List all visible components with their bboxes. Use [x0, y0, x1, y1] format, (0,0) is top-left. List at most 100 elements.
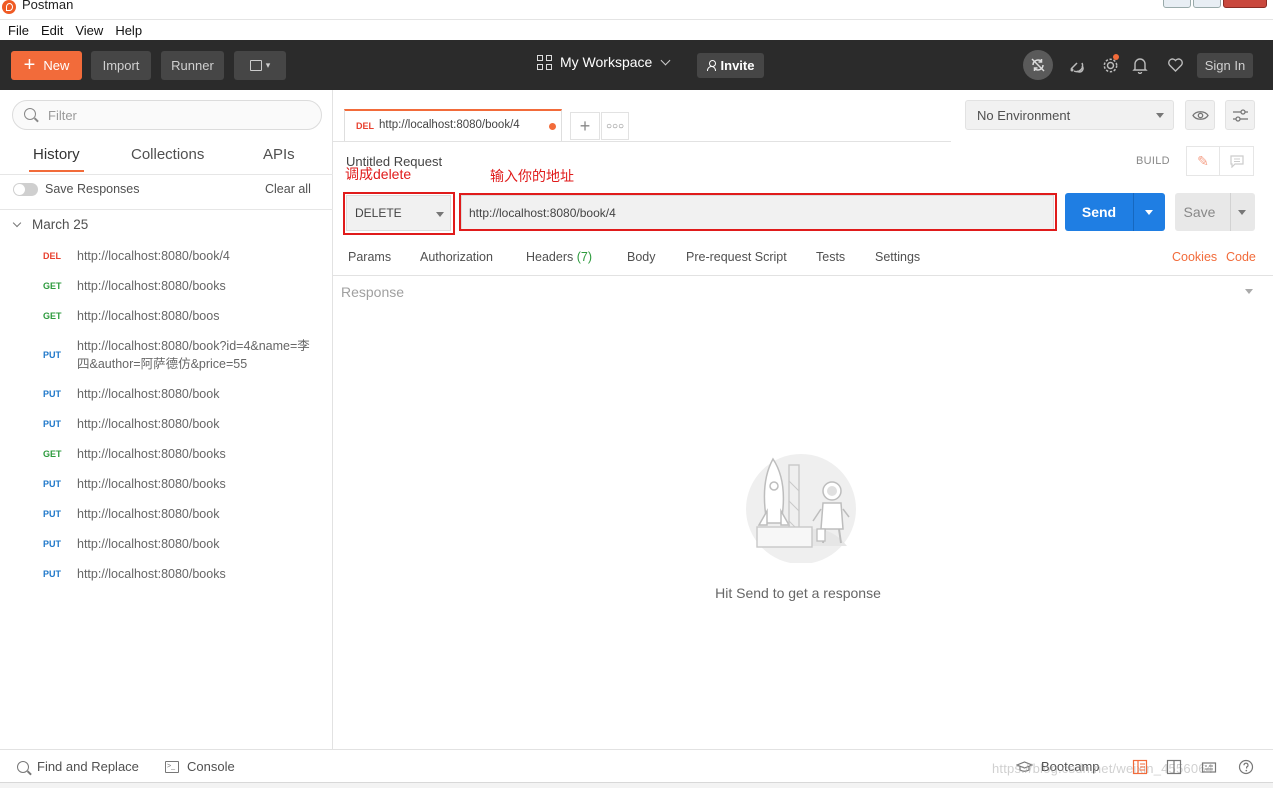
- manage-environments-button[interactable]: [1225, 100, 1255, 130]
- find-replace-button[interactable]: Find and Replace: [17, 759, 139, 774]
- console-button[interactable]: >_ Console: [165, 759, 235, 774]
- history-url: http://localhost:8080/books: [77, 279, 226, 293]
- code-link[interactable]: Code: [1226, 250, 1256, 264]
- history-item[interactable]: PUT http://localhost:8080/book: [0, 415, 333, 445]
- postman-logo-icon: [2, 0, 16, 14]
- method-badge: DEL: [43, 251, 61, 261]
- new-button-label: New: [43, 58, 70, 73]
- tab-authorization[interactable]: Authorization: [420, 250, 493, 264]
- method-badge: PUT: [43, 350, 61, 360]
- layout-pane-icon[interactable]: [1132, 759, 1148, 775]
- divider: [0, 174, 333, 175]
- eye-icon: [1191, 110, 1209, 120]
- tab-tests[interactable]: Tests: [816, 250, 845, 264]
- menu-edit[interactable]: Edit: [41, 23, 63, 38]
- bell-icon: [1132, 57, 1148, 74]
- sidebar: History Collections APIs Save Responses …: [0, 90, 333, 749]
- history-item[interactable]: PUT http://localhost:8080/books: [0, 475, 333, 505]
- filter-input[interactable]: [48, 106, 308, 124]
- new-tab-button[interactable]: +: [570, 112, 600, 140]
- runner-button[interactable]: Runner: [161, 51, 224, 80]
- tab-params[interactable]: Params: [348, 250, 391, 264]
- pencil-icon: ✎: [1197, 152, 1209, 169]
- menu-help[interactable]: Help: [115, 23, 142, 38]
- filter-field[interactable]: [12, 100, 322, 130]
- interceptor-button[interactable]: [1066, 55, 1086, 75]
- menu-bar: File Edit View Help: [0, 20, 1273, 40]
- new-button[interactable]: + New: [11, 51, 82, 80]
- history-item[interactable]: GET http://localhost:8080/books: [0, 445, 333, 475]
- window-bottom-edge: [0, 782, 1273, 788]
- minimize-button[interactable]: [1163, 0, 1191, 8]
- cookies-link[interactable]: Cookies: [1172, 250, 1217, 264]
- tab-history[interactable]: History: [29, 146, 84, 172]
- history-item[interactable]: GET http://localhost:8080/boos: [0, 307, 333, 337]
- save-responses-toggle[interactable]: [13, 183, 38, 196]
- sign-in-button[interactable]: Sign In: [1197, 53, 1253, 78]
- annotation-highlight-method: [343, 192, 455, 235]
- clear-all-button[interactable]: Clear all: [265, 182, 311, 196]
- menu-file[interactable]: File: [8, 23, 29, 38]
- request-tab-url: http://localhost:8080/book/4: [379, 119, 520, 131]
- history-item[interactable]: PUT http://localhost:8080/book: [0, 535, 333, 565]
- tab-headers[interactable]: Headers (7): [526, 250, 592, 264]
- divider: [0, 209, 333, 210]
- divider: [333, 275, 1273, 276]
- send-options-chevron-icon[interactable]: [1145, 210, 1153, 215]
- history-item[interactable]: PUT http://localhost:8080/books: [0, 565, 333, 595]
- sync-off-icon: [1031, 58, 1045, 72]
- environment-quick-look-button[interactable]: [1185, 100, 1215, 130]
- favorites-button[interactable]: [1165, 55, 1185, 75]
- plus-icon: +: [579, 115, 591, 136]
- history-url: http://localhost:8080/book: [77, 387, 220, 401]
- history-item[interactable]: PUT http://localhost:8080/book?id=4&name…: [0, 337, 333, 385]
- help-icon[interactable]: [1238, 759, 1254, 775]
- invite-button[interactable]: Invite: [697, 53, 764, 78]
- history-item[interactable]: DEL http://localhost:8080/book/4: [0, 247, 333, 277]
- save-button[interactable]: Save: [1175, 193, 1255, 231]
- chevron-down-icon[interactable]: [1245, 289, 1253, 294]
- history-item[interactable]: PUT http://localhost:8080/book: [0, 385, 333, 415]
- request-tab[interactable]: DEL http://localhost:8080/book/4: [344, 109, 562, 142]
- sync-status-button[interactable]: [1023, 50, 1053, 80]
- close-button[interactable]: [1223, 0, 1267, 8]
- workspace-switcher[interactable]: My Workspace: [537, 54, 671, 70]
- method-badge: PUT: [43, 419, 61, 429]
- new-window-button[interactable]: ▾: [234, 51, 286, 80]
- tab-options-button[interactable]: ○○○: [601, 112, 629, 140]
- save-options-chevron-icon[interactable]: [1238, 210, 1246, 215]
- send-button[interactable]: Send: [1065, 193, 1165, 231]
- method-badge: GET: [43, 449, 62, 459]
- unsaved-indicator[interactable]: [549, 123, 556, 130]
- build-mode-label: BUILD: [1136, 155, 1170, 167]
- annotation-url-note: 输入你的地址: [490, 168, 574, 184]
- history-url: http://localhost:8080/book: [77, 507, 220, 521]
- tab-apis[interactable]: APIs: [263, 146, 295, 163]
- history-item[interactable]: PUT http://localhost:8080/book: [0, 505, 333, 535]
- tab-collections[interactable]: Collections: [131, 146, 204, 163]
- tab-body[interactable]: Body: [627, 250, 656, 264]
- settings-button[interactable]: [1100, 54, 1120, 75]
- environment-select[interactable]: No Environment: [965, 100, 1174, 130]
- import-button[interactable]: Import: [91, 51, 151, 80]
- tab-settings[interactable]: Settings: [875, 250, 920, 264]
- keyboard-shortcuts-icon[interactable]: [1201, 759, 1217, 775]
- grid-icon: [537, 54, 552, 70]
- chevron-down-icon: ▾: [265, 60, 271, 70]
- maximize-button[interactable]: [1193, 0, 1221, 8]
- build-edit-button[interactable]: ✎: [1186, 146, 1220, 176]
- notifications-button[interactable]: [1130, 55, 1150, 75]
- response-header[interactable]: Response: [341, 284, 404, 300]
- method-badge: PUT: [43, 479, 61, 489]
- tab-pre-request-script[interactable]: Pre-request Script: [686, 250, 787, 264]
- tab-headers-label: Headers: [526, 250, 574, 264]
- two-pane-view-icon[interactable]: [1166, 759, 1182, 775]
- chevron-down-icon: [1156, 113, 1164, 118]
- menu-view[interactable]: View: [75, 23, 103, 38]
- history-item[interactable]: GET http://localhost:8080/books: [0, 277, 333, 307]
- history-group-header[interactable]: March 25: [12, 217, 88, 232]
- method-badge: PUT: [43, 569, 61, 579]
- app-header: + New Import Runner ▾ My Workspace Invit…: [0, 40, 1273, 90]
- comments-button[interactable]: [1220, 146, 1254, 176]
- window-titlebar: Postman: [0, 0, 1273, 20]
